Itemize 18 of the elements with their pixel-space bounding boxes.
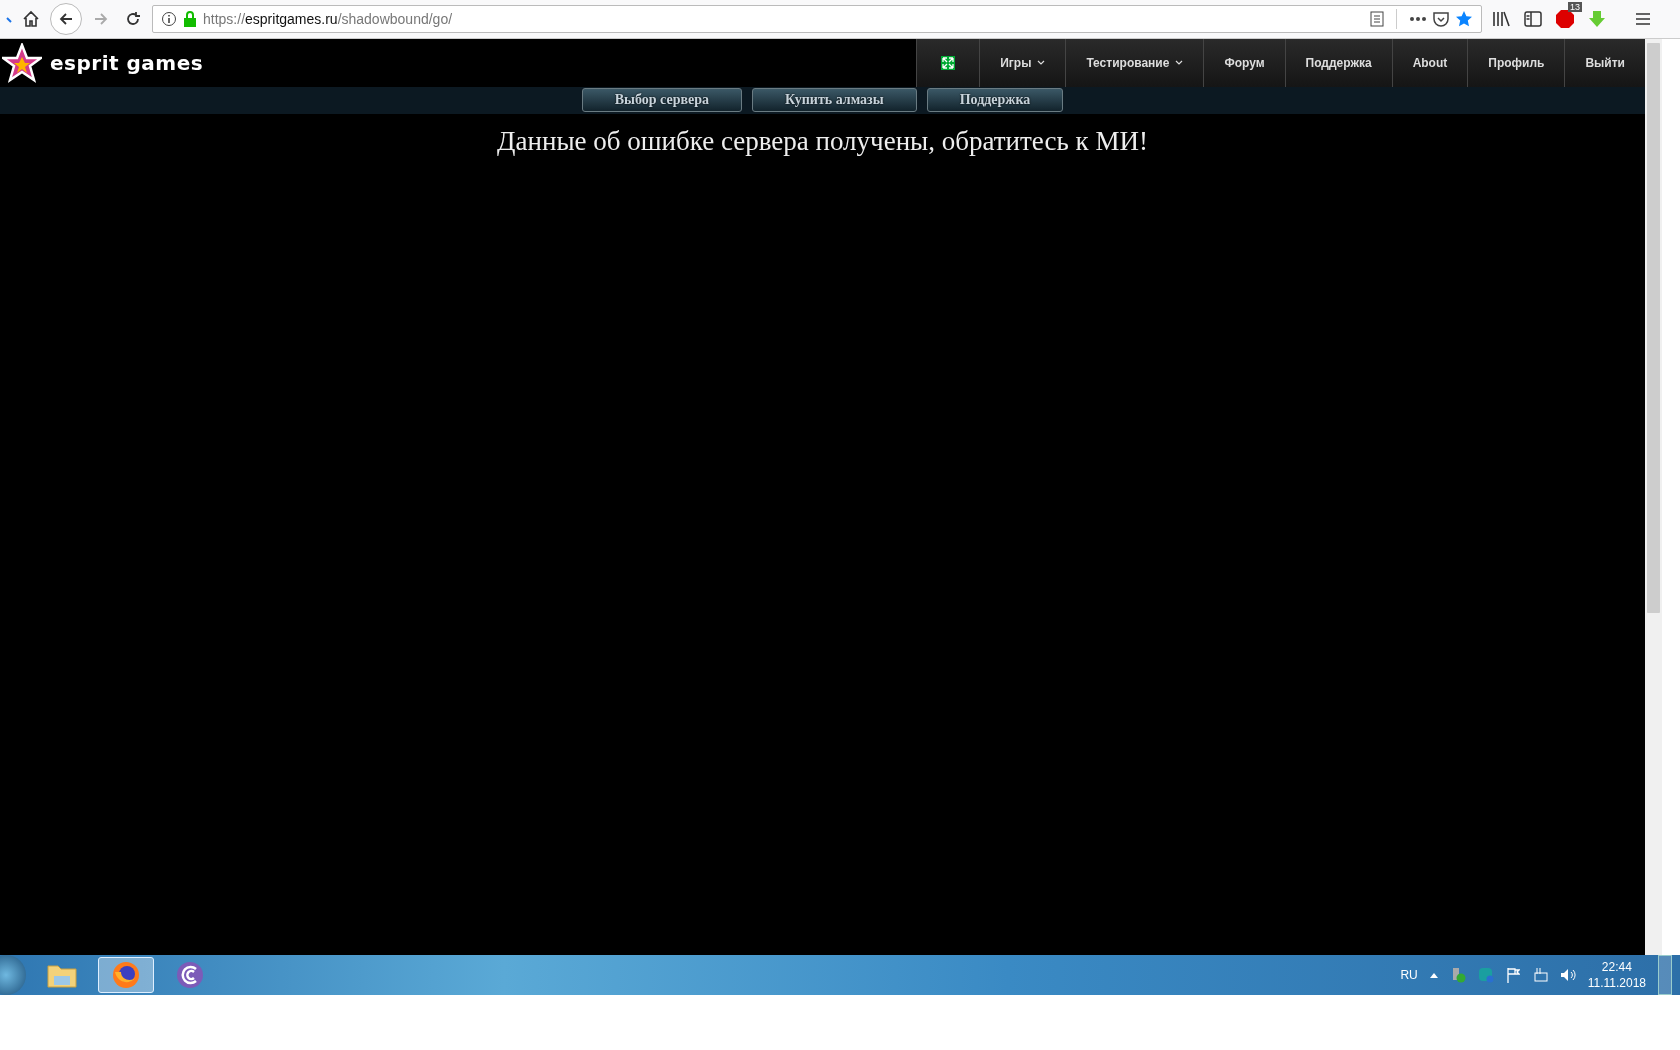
nav-link[interactable]: About bbox=[1391, 39, 1468, 87]
clock-date[interactable]: 11.11.2018 bbox=[1587, 976, 1646, 990]
language-indicator[interactable]: RU bbox=[1400, 968, 1418, 982]
logo-text: esprit games bbox=[50, 51, 204, 75]
address-bar[interactable]: https://espritgames.ru/shadowbound/go/ bbox=[152, 5, 1482, 33]
game-menu-button[interactable]: Купить алмазы bbox=[752, 88, 917, 112]
nav-link[interactable]: Поддержка bbox=[1284, 39, 1392, 87]
url-text: https://espritgames.ru/shadowbound/go/ bbox=[203, 11, 454, 27]
clock-time[interactable]: 22:44 bbox=[1601, 960, 1632, 974]
nav-link[interactable]: Форум bbox=[1203, 39, 1285, 87]
addon-badge: 13 bbox=[1568, 2, 1582, 12]
game-menu-button[interactable]: Поддержка bbox=[926, 88, 1064, 112]
nav-link[interactable]: Выйти bbox=[1564, 39, 1645, 87]
error-message: Данные об ошибке сервера получены, обратитесь к МИ! bbox=[496, 126, 1149, 157]
nav-menu-item[interactable]: Тестирование bbox=[1065, 39, 1204, 87]
game-menu-button[interactable]: Выбор сервера bbox=[581, 88, 742, 112]
nav-menu-item[interactable]: Игры bbox=[979, 39, 1066, 87]
nav-link[interactable]: Профиль bbox=[1467, 39, 1565, 87]
